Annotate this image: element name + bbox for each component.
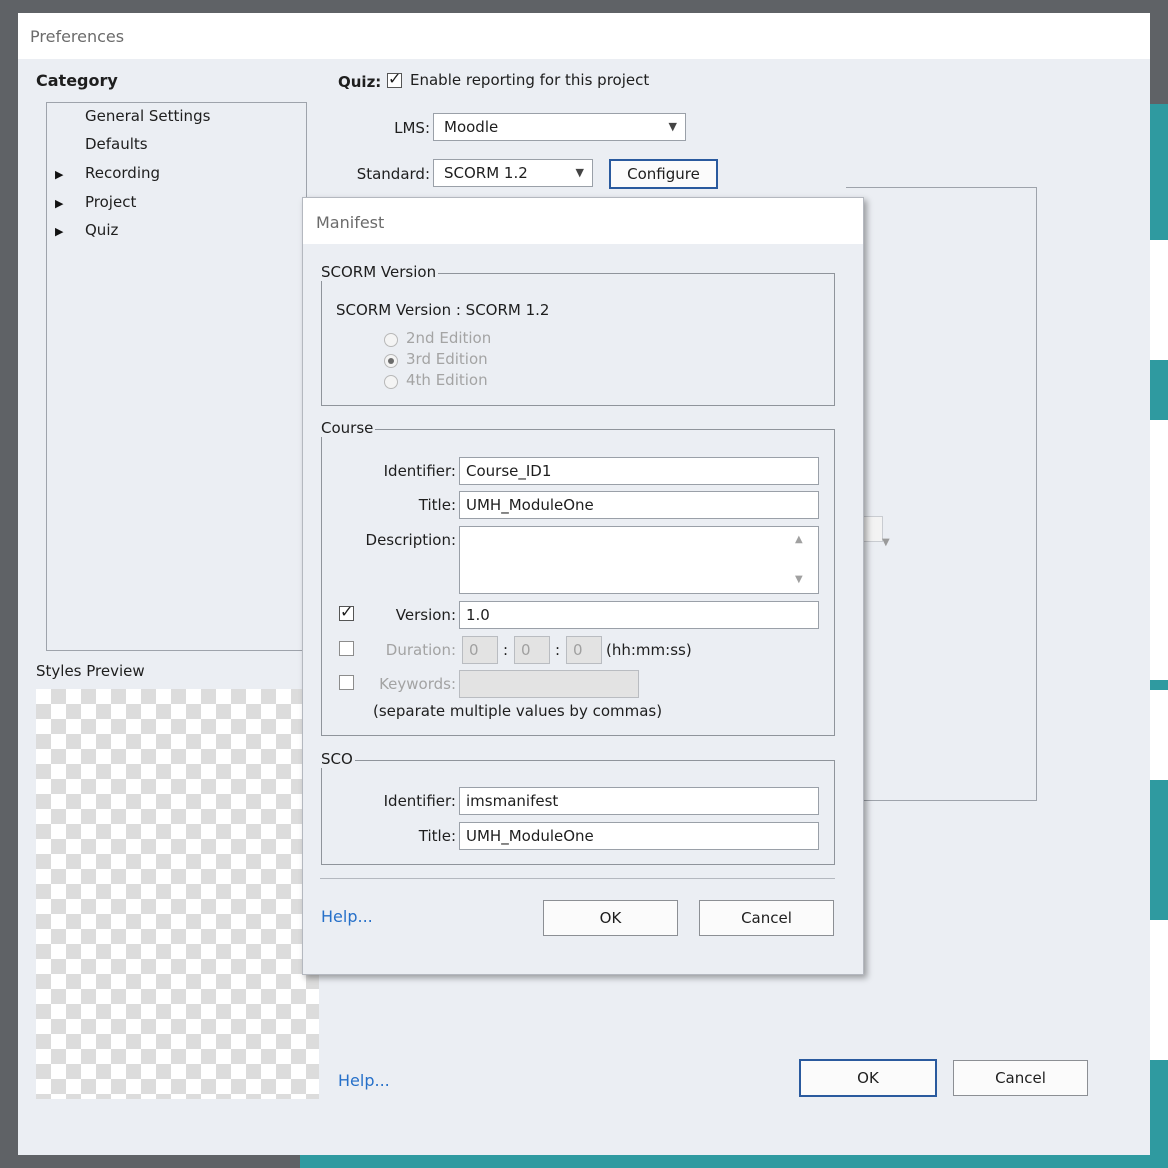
quiz-label: Quiz: (338, 73, 382, 91)
sco-identifier-value: imsmanifest (466, 792, 559, 810)
version-input[interactable]: 1.0 (459, 601, 819, 629)
standard-select-value: SCORM 1.2 (444, 164, 528, 182)
duration-label: Duration: (385, 641, 456, 659)
sco-group-title: SCO (319, 750, 355, 768)
scorm-version-group-title: SCORM Version (319, 263, 439, 281)
dialog-title: Manifest (316, 213, 385, 232)
duration-separator: : (555, 641, 561, 659)
course-group-title: Course (319, 419, 376, 437)
help-link[interactable]: Help... (338, 1071, 390, 1090)
edition-3-radio[interactable] (384, 354, 398, 368)
manifest-help-link[interactable]: Help... (321, 907, 373, 926)
edition-2-radio[interactable] (384, 333, 398, 347)
category-heading: Category (36, 71, 118, 90)
version-label: Version: (395, 606, 456, 624)
duration-hours-input[interactable]: 0 (462, 636, 498, 664)
version-checkbox[interactable]: ✓ (339, 602, 354, 621)
background-app-fragment (1150, 920, 1168, 1060)
background-app-fragment (1150, 690, 1168, 780)
manifest-ok-button[interactable]: OK (543, 900, 678, 936)
lms-label: LMS: (394, 119, 430, 137)
standard-label: Standard: (356, 165, 430, 183)
tree-item-project[interactable]: Project (85, 193, 136, 211)
scroll-up-icon[interactable]: ▲ (795, 534, 803, 545)
course-identifier-label: Identifier: (383, 462, 456, 480)
preferences-titlebar: Preferences (18, 13, 1150, 59)
lms-select[interactable]: Moodle ▼ (433, 113, 686, 141)
expand-arrow-icon[interactable]: ▶ (55, 225, 63, 238)
lms-select-value: Moodle (444, 118, 499, 136)
ok-button[interactable]: OK (799, 1059, 937, 1097)
background-app-fragment (1150, 240, 1168, 360)
configure-button[interactable]: Configure (609, 159, 718, 189)
duration-seconds-input[interactable]: 0 (566, 636, 602, 664)
expand-arrow-icon[interactable]: ▶ (55, 168, 63, 181)
chevron-down-icon: ▼ (575, 166, 584, 179)
divider (320, 878, 835, 879)
edition-3-label: 3rd Edition (406, 350, 488, 368)
keywords-checkbox[interactable] (339, 675, 354, 690)
course-description-textarea[interactable] (459, 526, 819, 594)
duration-separator: : (503, 641, 509, 659)
tree-item-recording[interactable]: Recording (85, 164, 160, 182)
sco-title-input[interactable]: UMH_ModuleOne (459, 822, 819, 850)
duration-seconds-value: 0 (573, 641, 583, 659)
course-identifier-value: Course_ID1 (466, 462, 552, 480)
edition-4-label: 4th Edition (406, 371, 488, 389)
quiz-settings-panel (846, 187, 1037, 801)
course-description-label: Description: (365, 531, 456, 549)
window-title: Preferences (30, 27, 125, 46)
sco-identifier-label: Identifier: (383, 792, 456, 810)
duration-minutes-value: 0 (521, 641, 531, 659)
enable-reporting-label: Enable reporting for this project (410, 71, 650, 89)
keywords-hint: (separate multiple values by commas) (373, 702, 663, 720)
chevron-down-icon: ▼ (882, 537, 890, 548)
keywords-input[interactable] (459, 670, 639, 698)
course-title-value: UMH_ModuleOne (466, 496, 594, 514)
enable-reporting-checkbox[interactable]: ✓ (387, 69, 402, 88)
course-identifier-input[interactable]: Course_ID1 (459, 457, 819, 485)
duration-hours-value: 0 (469, 641, 479, 659)
checkmark-icon: ✓ (340, 602, 354, 621)
expand-arrow-icon[interactable]: ▶ (55, 197, 63, 210)
chevron-down-icon: ▼ (668, 120, 677, 133)
keywords-label: Keywords: (379, 675, 456, 693)
styles-preview-label: Styles Preview (36, 662, 145, 680)
manifest-titlebar: Manifest (303, 198, 863, 244)
manifest-cancel-button[interactable]: Cancel (699, 900, 834, 936)
cancel-button[interactable]: Cancel (953, 1060, 1088, 1096)
tree-item-quiz[interactable]: Quiz (85, 221, 118, 239)
scroll-down-icon[interactable]: ▼ (795, 574, 803, 585)
duration-minutes-input[interactable]: 0 (514, 636, 550, 664)
course-title-label: Title: (418, 496, 456, 514)
version-value: 1.0 (466, 606, 490, 624)
checkmark-icon: ✓ (388, 69, 402, 88)
sco-title-value: UMH_ModuleOne (466, 827, 594, 845)
background-app-fragment (1150, 420, 1168, 680)
styles-preview-canvas (36, 689, 319, 1099)
scorm-version-text: SCORM Version : SCORM 1.2 (336, 301, 550, 319)
sco-title-label: Title: (418, 827, 456, 845)
standard-select[interactable]: SCORM 1.2 ▼ (433, 159, 593, 187)
duration-format-hint: (hh:mm:ss) (606, 641, 692, 659)
edition-4-radio[interactable] (384, 375, 398, 389)
course-title-input[interactable]: UMH_ModuleOne (459, 491, 819, 519)
sco-identifier-input[interactable]: imsmanifest (459, 787, 819, 815)
category-tree[interactable]: General Settings Defaults ▶ Recording ▶ … (46, 102, 307, 651)
duration-checkbox[interactable] (339, 641, 354, 656)
tree-item-general-settings[interactable]: General Settings (85, 107, 210, 125)
tree-item-defaults[interactable]: Defaults (85, 135, 148, 153)
scorm-version-group (321, 273, 835, 406)
edition-2-label: 2nd Edition (406, 329, 492, 347)
